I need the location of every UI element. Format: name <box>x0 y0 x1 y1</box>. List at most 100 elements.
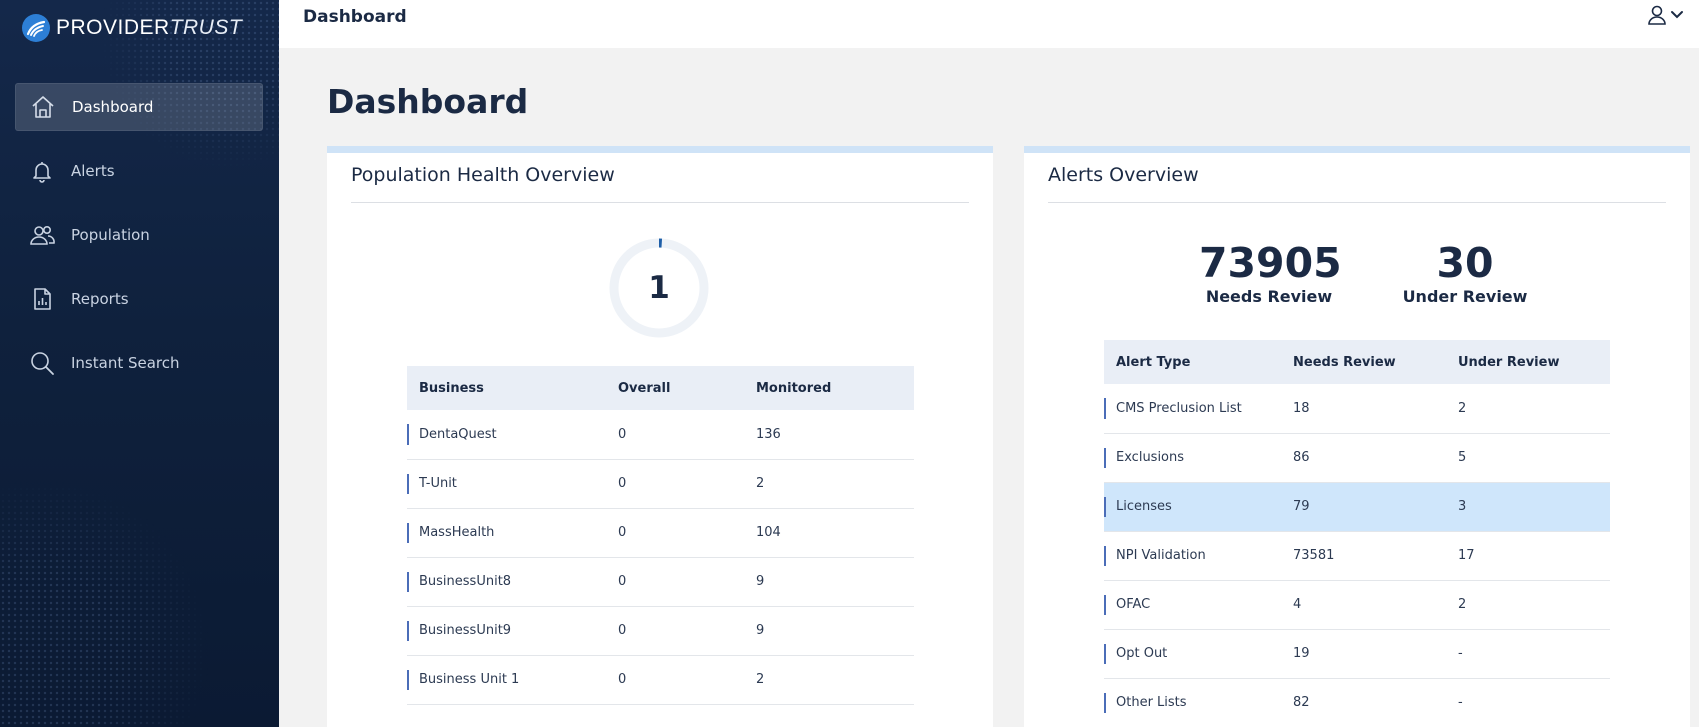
business-name: BusinessUnit9 <box>407 606 606 656</box>
needs-review-count: 73905 <box>1199 239 1342 287</box>
monitored-value: 2 <box>744 655 914 705</box>
card-title: Alerts Overview <box>1048 164 1199 186</box>
business-name: MassHealth <box>407 508 606 558</box>
under-review-value: - <box>1446 629 1610 679</box>
under-review-value: 5 <box>1446 433 1610 483</box>
alert-type: Licenses <box>1104 482 1281 532</box>
brand-name-part2: TRUST <box>169 16 243 39</box>
sidebar-item-instant-search[interactable]: Instant Search <box>15 339 263 387</box>
column-header[interactable]: Business <box>407 366 606 410</box>
alert-type: Other Lists <box>1104 678 1281 727</box>
business-name: DentaQuest <box>407 410 606 460</box>
table-row[interactable]: NPI Validation 73581 17 <box>1104 531 1610 581</box>
sidebar-item-reports[interactable]: Reports <box>15 275 263 323</box>
column-header[interactable]: Under Review <box>1446 340 1610 384</box>
needs-review-value: 4 <box>1281 580 1446 630</box>
card-divider <box>1048 202 1666 203</box>
donut-value: 1 <box>648 270 670 306</box>
table-row[interactable]: Opt Out 19- <box>1104 629 1610 679</box>
home-icon <box>28 92 58 122</box>
overall-value: 0 <box>606 459 744 509</box>
needs-review-stat[interactable]: 73905 Needs Review <box>1199 239 1342 307</box>
top-bar: Dashboard <box>279 0 1699 48</box>
alert-type: Opt Out <box>1104 629 1281 679</box>
overall-value: 0 <box>606 508 744 558</box>
table-row[interactable]: Business Unit 102 <box>407 655 914 705</box>
user-icon <box>1647 4 1667 30</box>
sidebar: PROVIDERTRUST Dashboard Alerts Populatio… <box>0 0 279 727</box>
under-review-value: 2 <box>1446 580 1610 630</box>
monitored-value: 9 <box>744 557 914 607</box>
overall-value: 0 <box>606 410 744 460</box>
under-review-value: 3 <box>1446 482 1610 532</box>
business-name: T-Unit <box>407 459 606 509</box>
business-table: Business Overall Monitored DentaQuest 0 13… <box>407 366 914 705</box>
table-row[interactable]: DentaQuest 0 136 <box>407 410 914 460</box>
under-review-value: 2 <box>1446 384 1610 434</box>
search-icon <box>27 348 57 378</box>
monitored-value: 136 <box>744 410 914 460</box>
population-health-card: Population Health Overview 1 Business Ov… <box>327 146 993 727</box>
column-header[interactable]: Alert Type <box>1104 340 1281 384</box>
logo-mark-icon <box>22 14 50 42</box>
sidebar-item-label: Dashboard <box>72 98 154 116</box>
needs-review-value: 18 <box>1281 384 1446 434</box>
brand-name: PROVIDERTRUST <box>56 16 242 40</box>
table-row[interactable]: Exclusions 86 5 <box>1104 433 1610 483</box>
sidebar-item-label: Instant Search <box>71 354 180 372</box>
user-menu[interactable] <box>1647 4 1685 30</box>
alert-type: OFAC <box>1104 580 1281 630</box>
overall-value: 0 <box>606 557 744 607</box>
business-name: BusinessUnit8 <box>407 557 606 607</box>
table-row[interactable]: Licenses 79 3 <box>1104 482 1610 532</box>
table-row[interactable]: BusinessUnit9 0 9 <box>407 606 914 656</box>
under-review-value: 17 <box>1446 531 1610 581</box>
bell-icon <box>27 156 57 186</box>
needs-review-label: Needs Review <box>1205 287 1333 307</box>
sidebar-item-dashboard[interactable]: Dashboard <box>15 83 263 131</box>
chevron-down-icon <box>1669 7 1685 27</box>
alerts-overview-card: Alerts Overview 73905 Needs Review 30 Un… <box>1024 146 1690 727</box>
alert-type: CMS Preclusion List <box>1104 384 1281 434</box>
monitored-value: 2 <box>744 459 914 509</box>
needs-review-value: 79 <box>1281 482 1446 532</box>
table-header-row: Alert Type Needs Review Under Review <box>1104 340 1610 384</box>
column-header[interactable]: Monitored <box>744 366 914 410</box>
under-review-value: - <box>1446 678 1610 727</box>
table-header-row: Business Overall Monitored <box>407 366 914 410</box>
alert-type: Exclusions <box>1104 433 1281 483</box>
needs-review-value: 82 <box>1281 678 1446 727</box>
column-header[interactable]: Overall <box>606 366 744 410</box>
brand-logo[interactable]: PROVIDERTRUST <box>22 14 242 42</box>
needs-review-value: 73581 <box>1281 531 1446 581</box>
sidebar-item-label: Population <box>71 226 150 244</box>
sidebar-item-alerts[interactable]: Alerts <box>15 147 263 195</box>
overall-value: 0 <box>606 655 744 705</box>
page-title: Dashboard <box>327 82 529 121</box>
alert-type: NPI Validation <box>1104 531 1281 581</box>
table-row[interactable]: T-Unit 0 2 <box>407 459 914 509</box>
card-title: Population Health Overview <box>351 164 615 186</box>
table-row[interactable]: MassHealth 0 104 <box>407 508 914 558</box>
column-header[interactable]: Needs Review <box>1281 340 1446 384</box>
monitored-value: 104 <box>744 508 914 558</box>
sidebar-item-label: Alerts <box>71 162 115 180</box>
under-review-count: 30 <box>1436 239 1494 287</box>
report-icon <box>27 284 57 314</box>
table-row[interactable]: OFAC 4 2 <box>1104 580 1610 630</box>
alerts-table: Alert Type Needs Review Under Review CMS… <box>1104 340 1610 727</box>
needs-review-value: 19 <box>1281 629 1446 679</box>
overall-value: 0 <box>606 606 744 656</box>
sidebar-item-population[interactable]: Population <box>15 211 263 259</box>
monitored-value: 9 <box>744 606 914 656</box>
population-donut-chart: 1 <box>607 236 711 340</box>
card-divider <box>351 202 969 203</box>
brand-name-part1: PROVIDER <box>56 16 170 39</box>
sidebar-nav: Dashboard Alerts Population Reports Inst… <box>15 83 263 403</box>
table-row[interactable]: BusinessUnit8 0 9 <box>407 557 914 607</box>
under-review-stat[interactable]: 30 Under Review <box>1400 239 1530 306</box>
business-name: Business Unit 1 <box>407 655 606 705</box>
table-row[interactable]: Other Lists 82- <box>1104 678 1610 727</box>
users-icon <box>27 220 57 250</box>
table-row[interactable]: CMS Preclusion List 18 2 <box>1104 384 1610 434</box>
